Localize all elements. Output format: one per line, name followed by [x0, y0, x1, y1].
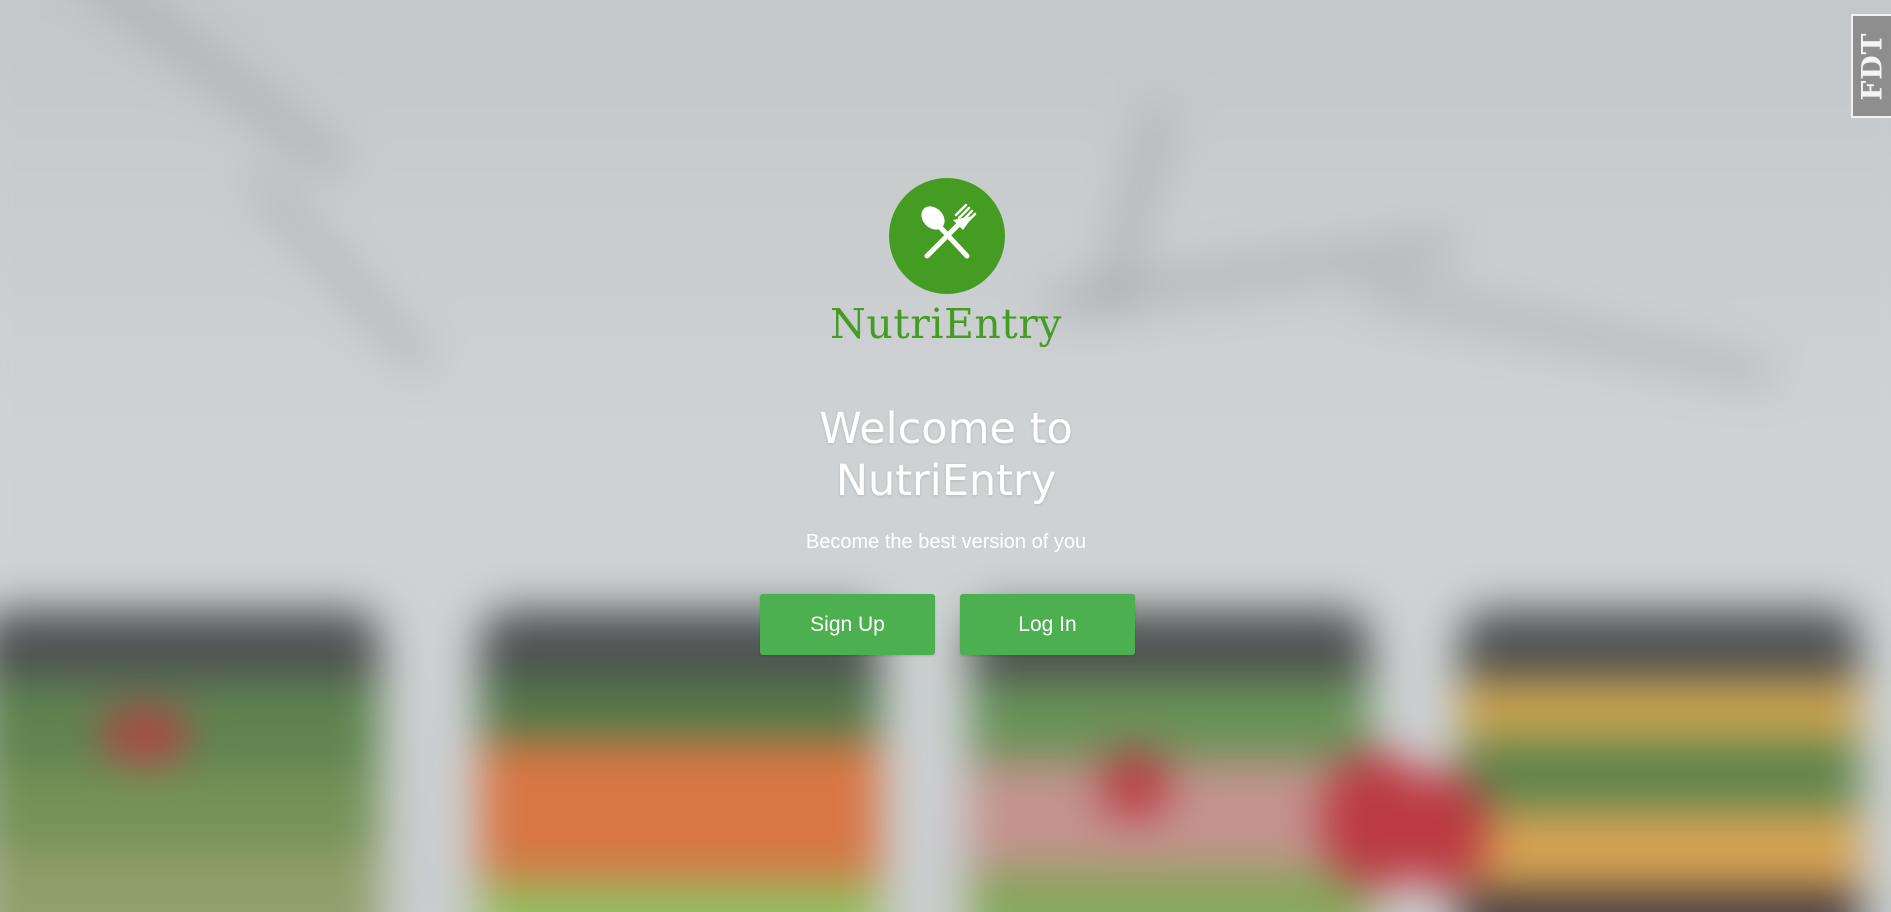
tagline: Become the best version of you: [805, 531, 1087, 553]
welcome-heading-line1: Welcome to: [819, 404, 1073, 454]
sign-up-button[interactable]: Sign Up: [760, 594, 935, 655]
welcome-heading: Welcome to NutriEntry: [695, 403, 1197, 507]
brand-name: NutriEntry: [829, 300, 1063, 348]
welcome-panel: NutriEntry Welcome to NutriEntry Become …: [0, 0, 1891, 912]
brand-logo: [889, 178, 1005, 294]
fdt-extension-badge[interactable]: FDT: [1851, 14, 1891, 118]
fdt-badge-label: FDT: [1855, 32, 1889, 100]
spoon-fork-icon: [921, 204, 977, 259]
log-in-button[interactable]: Log In: [960, 594, 1135, 655]
welcome-heading-line2: NutriEntry: [835, 456, 1057, 506]
landing-page: NutriEntry Welcome to NutriEntry Become …: [0, 0, 1891, 912]
